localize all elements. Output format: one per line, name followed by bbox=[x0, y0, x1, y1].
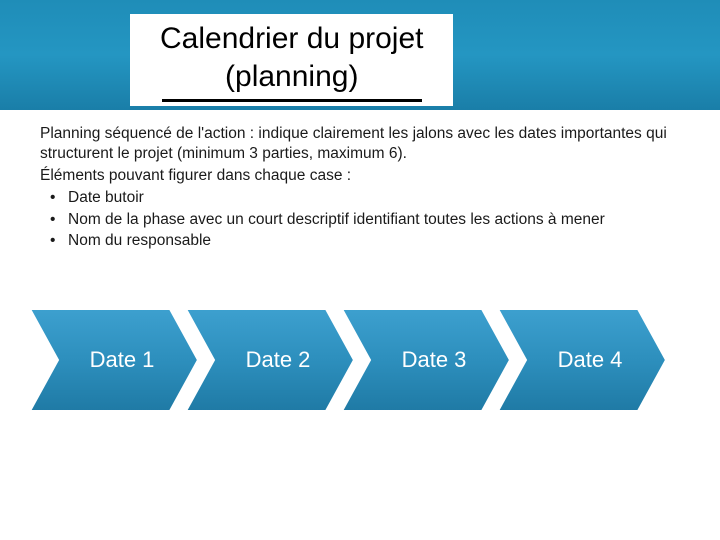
bullet-item: Nom de la phase avec un court descriptif… bbox=[40, 210, 680, 230]
body-text: Planning séquencé de l'action : indique … bbox=[0, 110, 720, 251]
chevron-row: Date 1 Date 2 Date 3 Date 4 bbox=[30, 300, 690, 420]
page-title: Calendrier du projet (planning) bbox=[160, 20, 423, 95]
title-box: Calendrier du projet (planning) bbox=[130, 14, 453, 106]
title-line1: Calendrier du projet bbox=[160, 22, 423, 55]
bullet-item: Date butoir bbox=[40, 188, 680, 208]
header-band: Calendrier du projet (planning) bbox=[0, 0, 720, 110]
chevron-step: Date 2 bbox=[186, 309, 356, 411]
chevron-label: Date 2 bbox=[186, 309, 356, 411]
chevron-step: Date 3 bbox=[342, 309, 512, 411]
title-line2: (planning) bbox=[225, 60, 358, 93]
title-underline bbox=[162, 99, 422, 102]
bullet-item: Nom du responsable bbox=[40, 231, 680, 251]
chevron-step: Date 1 bbox=[30, 309, 200, 411]
intro-p1: Planning séquencé de l'action : indique … bbox=[40, 124, 680, 164]
chevron-label: Date 3 bbox=[342, 309, 512, 411]
chevron-label: Date 4 bbox=[498, 309, 668, 411]
bullet-list: Date butoir Nom de la phase avec un cour… bbox=[40, 188, 680, 250]
chevron-label: Date 1 bbox=[30, 309, 200, 411]
intro-p2: Éléments pouvant figurer dans chaque cas… bbox=[40, 166, 680, 186]
chevron-step: Date 4 bbox=[498, 309, 668, 411]
